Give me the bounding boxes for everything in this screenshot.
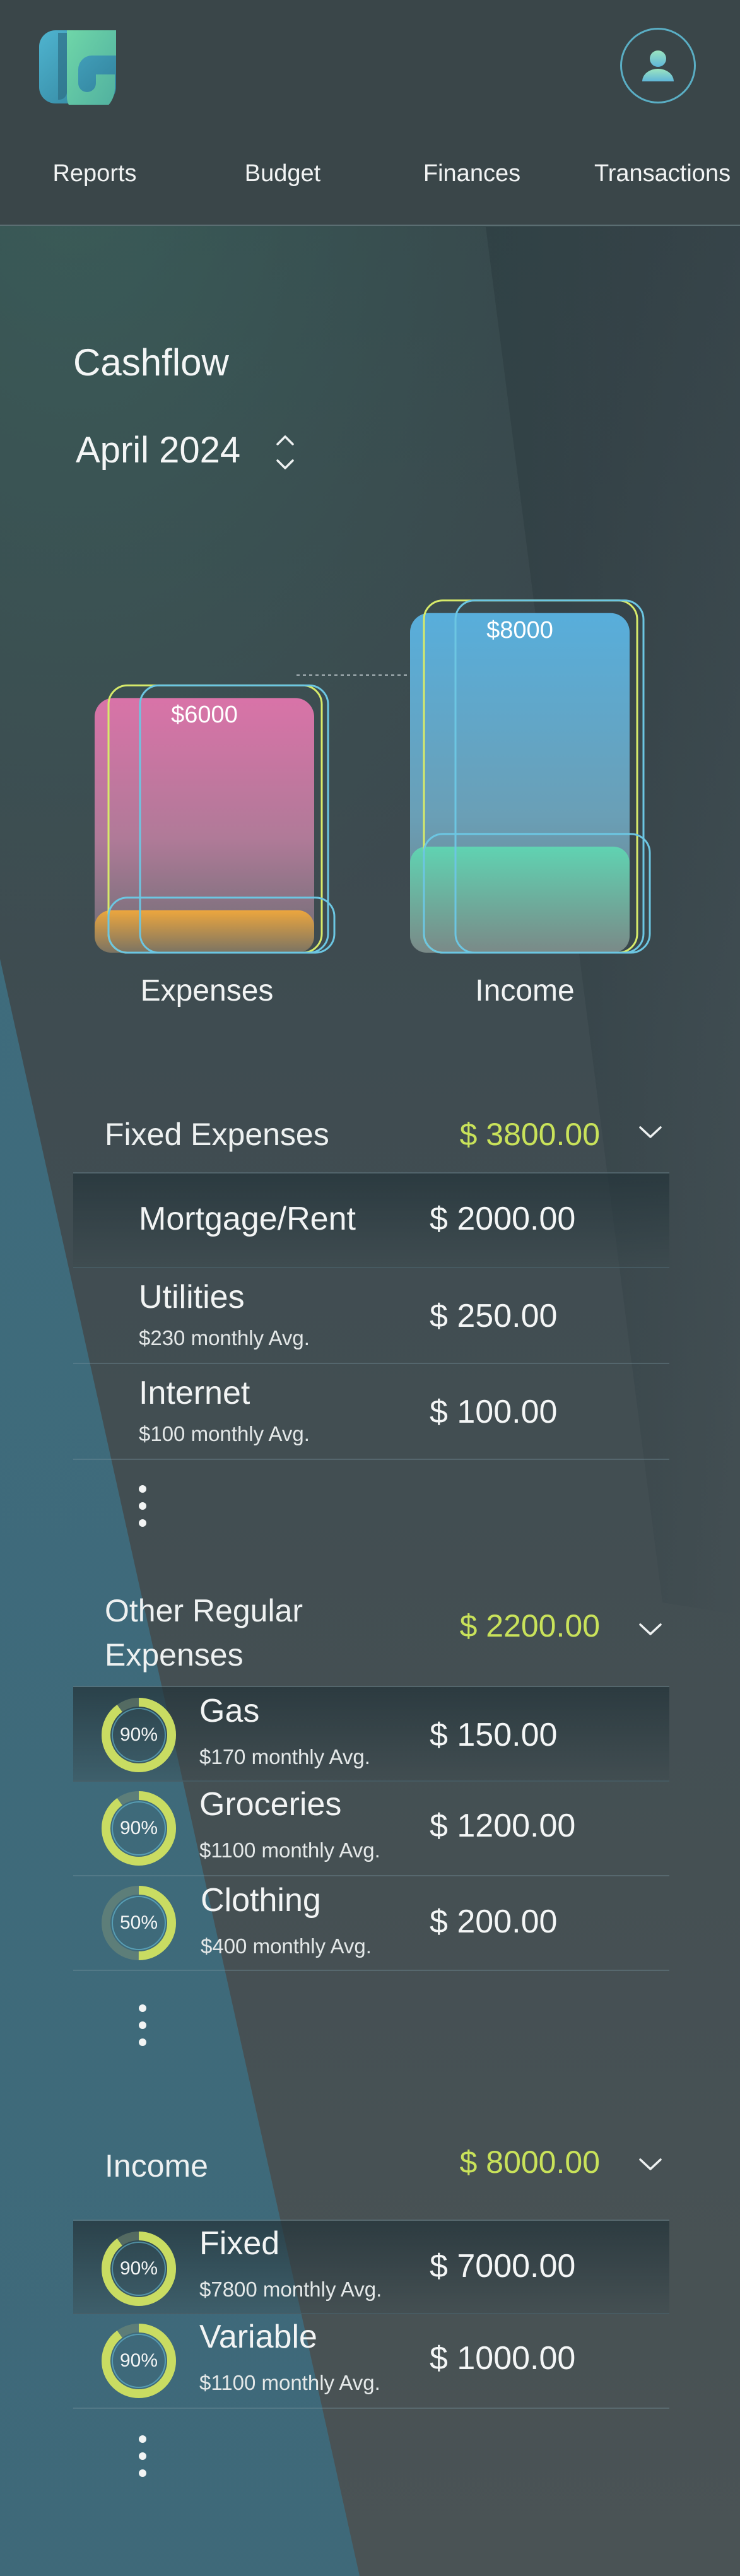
income-header[interactable]: Income $ 8000.00	[73, 2139, 669, 2214]
other-expenses-header[interactable]: Other Regular Expenses $ 2200.00	[73, 1589, 669, 1683]
nav-transactions[interactable]: Transactions	[587, 145, 738, 202]
item-name: Mortgage/Rent	[139, 1201, 356, 1237]
up-down-chevron-icon[interactable]	[273, 430, 298, 474]
nav-reports[interactable]: Reports	[25, 145, 164, 202]
list-item[interactable]: 50% Clothing $400 monthly Avg. $ 200.00	[73, 1876, 669, 1971]
item-name: Fixed	[199, 2225, 280, 2262]
list-item[interactable]: 90% Gas $170 monthly Avg. $ 150.00	[73, 1686, 669, 1782]
expenses-value-label: $6000	[171, 702, 238, 729]
chevron-down-icon[interactable]	[638, 1123, 663, 1142]
item-amount: $ 2000.00	[430, 1201, 576, 1237]
chevron-down-icon[interactable]	[638, 2155, 663, 2174]
cashflow-chart	[95, 599, 651, 954]
progress-ring: 90%	[100, 2322, 178, 2400]
progress-ring: 50%	[100, 1884, 178, 1962]
item-monthly-average: $170 monthly Avg.	[199, 1745, 370, 1768]
month-label: April 2024	[76, 430, 241, 471]
progress-percent: 50%	[119, 1912, 158, 1933]
item-amount: $ 7000.00	[430, 2248, 576, 2285]
app-header: Reports Budget Finances Transactions	[0, 0, 740, 226]
expenses-inner-bar	[95, 910, 314, 953]
section-total: $ 3800.00	[459, 1117, 600, 1152]
item-name: Gas	[199, 1693, 260, 1729]
chart-label-income: Income	[475, 974, 575, 1008]
progress-percent: 90%	[119, 1724, 158, 1745]
section-title: Income	[105, 2148, 208, 2184]
progress-percent: 90%	[119, 2350, 158, 2371]
nav-budget[interactable]: Budget	[213, 145, 352, 202]
item-monthly-average: $1100 monthly Avg.	[199, 2371, 380, 2394]
list-item[interactable]: Internet $100 monthly Avg. $ 100.00	[73, 1364, 669, 1460]
section-title-line-1: Other Regular	[105, 1593, 303, 1628]
item-amount: $ 100.00	[430, 1394, 558, 1430]
item-monthly-average: $230 monthly Avg.	[139, 1326, 310, 1350]
chevron-down-icon[interactable]	[638, 1620, 663, 1639]
app-logo-icon[interactable]	[39, 26, 120, 114]
income-inner-bar	[410, 846, 630, 953]
section-total: $ 2200.00	[459, 1608, 600, 1644]
item-amount: $ 1200.00	[430, 1808, 576, 1844]
item-name: Groceries	[199, 1786, 342, 1823]
nav-finances[interactable]: Finances	[402, 145, 541, 202]
item-name: Clothing	[201, 1882, 321, 1919]
income-value-label: $8000	[486, 616, 553, 644]
item-name: Internet	[139, 1375, 250, 1411]
progress-ring: 90%	[100, 2230, 178, 2308]
list-item[interactable]: 90% Variable $1100 monthly Avg. $ 1000.0…	[73, 2314, 669, 2409]
item-monthly-average: $400 monthly Avg.	[201, 1934, 372, 1958]
list-item[interactable]: Mortgage/Rent $ 2000.00	[73, 1172, 669, 1268]
progress-ring: 90%	[100, 1789, 178, 1867]
list-item[interactable]: 90% Groceries $1100 monthly Avg. $ 1200.…	[73, 1782, 669, 1876]
vertical-ellipsis-icon[interactable]	[136, 2434, 149, 2478]
item-monthly-average: $1100 monthly Avg.	[199, 1838, 380, 1862]
vertical-ellipsis-icon[interactable]	[136, 1484, 149, 1528]
item-name: Utilities	[139, 1279, 245, 1315]
chart-label-expenses: Expenses	[140, 974, 274, 1008]
vertical-ellipsis-icon[interactable]	[136, 2003, 149, 2047]
item-amount: $ 1000.00	[430, 2340, 576, 2377]
list-item[interactable]: Utilities $230 monthly Avg. $ 250.00	[73, 1268, 669, 1364]
section-title: Fixed Expenses	[105, 1117, 329, 1152]
main-nav: Reports Budget Finances Transactions	[0, 145, 740, 202]
list-item[interactable]: 90% Fixed $7800 monthly Avg. $ 7000.00	[73, 2220, 669, 2314]
section-title-line-2: Expenses	[105, 1637, 244, 1673]
item-amount: $ 250.00	[430, 1298, 558, 1334]
item-name: Variable	[199, 2319, 317, 2355]
progress-ring: 90%	[100, 1696, 178, 1774]
item-amount: $ 200.00	[430, 1903, 558, 1940]
page-title: Cashflow	[73, 341, 229, 384]
progress-percent: 90%	[119, 2258, 158, 2279]
item-monthly-average: $100 monthly Avg.	[139, 1422, 310, 1445]
progress-percent: 90%	[119, 1818, 158, 1838]
user-icon	[638, 46, 678, 85]
item-monthly-average: $7800 monthly Avg.	[199, 2278, 382, 2301]
section-total: $ 8000.00	[459, 2144, 600, 2180]
fixed-expenses-header[interactable]: Fixed Expenses $ 3800.00	[73, 1107, 669, 1177]
profile-button[interactable]	[620, 28, 696, 103]
item-amount: $ 150.00	[430, 1717, 558, 1753]
